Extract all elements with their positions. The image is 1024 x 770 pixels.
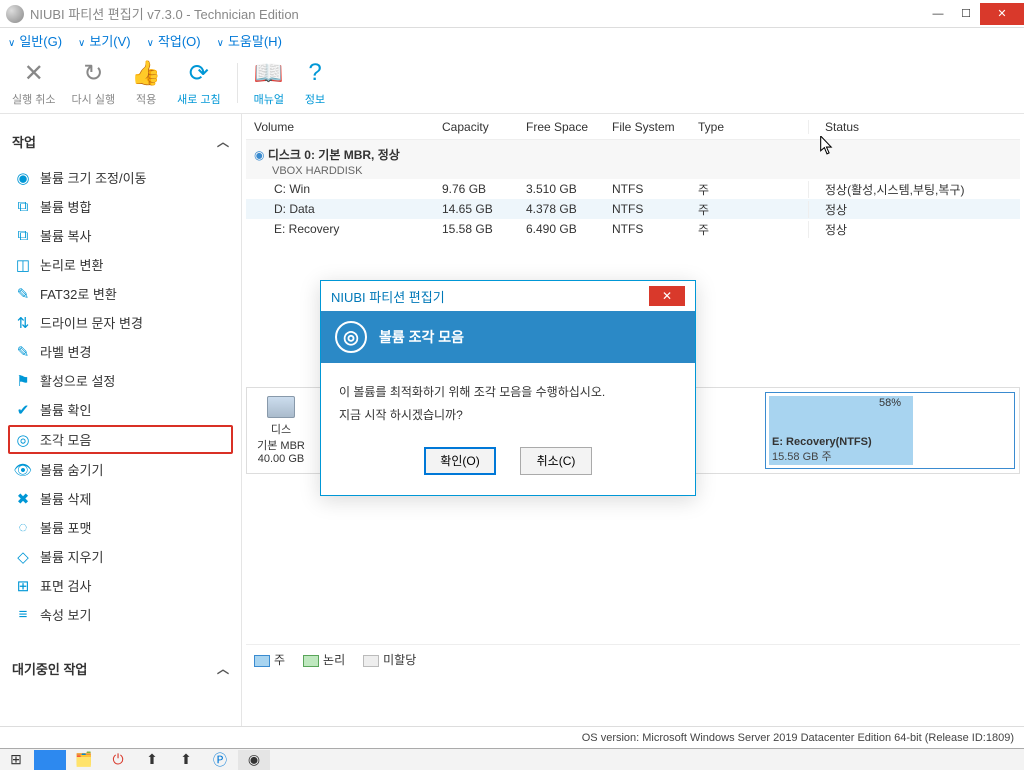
task-icon: ◌: [14, 519, 32, 537]
task-1[interactable]: ⧉볼륨 병합: [10, 192, 231, 221]
volume-row[interactable]: D: Data14.65 GB4.378 GBNTFS주정상: [246, 199, 1020, 219]
dialog-banner: ◎ 볼륨 조각 모음: [321, 311, 695, 363]
undo-button[interactable]: ✕실행 취소: [12, 58, 56, 107]
task-9[interactable]: ◎조각 모음: [8, 425, 233, 454]
task-icon: ⇅: [14, 314, 32, 332]
menu-help[interactable]: ∨도움말(H): [217, 31, 282, 50]
task-0[interactable]: ◉볼륨 크기 조정/이동: [10, 163, 231, 192]
col-status[interactable]: Status: [808, 120, 1020, 134]
task-icon: ⧉: [14, 227, 32, 245]
task-icon: ⧉: [14, 198, 32, 216]
task-8[interactable]: ✔볼륨 확인: [10, 395, 231, 424]
maximize-button[interactable]: ☐: [952, 3, 980, 25]
task-icon: ✎: [14, 285, 32, 303]
task-icon: ⊞: [14, 577, 32, 595]
task-icon: ◉: [14, 169, 32, 187]
cancel-button[interactable]: 취소(C): [520, 447, 592, 475]
taskbar: ⊞ 🗂️ ⏻ ⬆ ⬆ Ⓟ ◉: [0, 748, 1024, 770]
task-4[interactable]: ✎FAT32로 변환: [10, 279, 231, 308]
refresh-icon: ⟳: [184, 58, 214, 88]
redo-icon: ↻: [78, 58, 108, 88]
power-button[interactable]: ⏻: [102, 750, 134, 770]
task-icon: ◫: [14, 256, 32, 274]
task-5[interactable]: ⇅드라이브 문자 변경: [10, 308, 231, 337]
pending-section-header[interactable]: 대기중인 작업 ︿: [10, 653, 231, 684]
statusbar: OS version: Microsoft Windows Server 201…: [0, 726, 1024, 748]
col-free[interactable]: Free Space: [526, 120, 612, 134]
sidebar: 작업 ︿ ◉볼륨 크기 조정/이동⧉볼륨 병합⧉볼륨 복사◫논리로 변환✎FAT…: [0, 114, 242, 726]
app-icon: [6, 5, 24, 23]
task-icon: ◇: [14, 548, 32, 566]
task-15[interactable]: ≡속성 보기: [10, 600, 231, 629]
task-13[interactable]: ◇볼륨 지우기: [10, 542, 231, 571]
disk-icon: ◉: [254, 148, 264, 162]
apply-button[interactable]: 👍적용: [131, 58, 161, 107]
volume-row[interactable]: C: Win9.76 GB3.510 GBNTFS주정상(활성,시스템,부팅,복…: [246, 179, 1020, 199]
legend: 주 논리 미할당: [246, 644, 1020, 674]
disk-icon: [267, 396, 295, 418]
ok-button[interactable]: 확인(O): [424, 447, 496, 475]
titlebar: NIUBI 파티션 편집기 v7.3.0 - Technician Editio…: [0, 0, 1024, 28]
task-icon: ✔: [14, 401, 32, 419]
chevron-up-icon: ︿: [217, 660, 229, 677]
menu-general[interactable]: ∨일반(G): [8, 31, 62, 50]
task-icon: ≡: [14, 606, 32, 624]
redo-button[interactable]: ↻다시 실행: [72, 58, 116, 107]
taskbar-app2[interactable]: ⬆: [170, 750, 202, 770]
cursor-icon: [820, 136, 834, 156]
manual-button[interactable]: 📖매뉴얼: [254, 58, 284, 107]
col-type[interactable]: Type: [698, 120, 808, 134]
defrag-dialog: NIUBI 파티션 편집기 ✕ ◎ 볼륨 조각 모음 이 볼륨를 최적화하기 위…: [320, 280, 696, 496]
task-icon: 👁: [14, 461, 32, 479]
taskview-button[interactable]: [34, 750, 66, 770]
disk-header[interactable]: ◉ 디스크 0: 기본 MBR, 정상 VBOX HARDDISK: [246, 140, 1020, 179]
task-10[interactable]: 👁볼륨 숨기기: [10, 455, 231, 484]
book-icon: 📖: [254, 58, 284, 88]
start-button[interactable]: ⊞: [0, 750, 32, 770]
chevron-up-icon: ︿: [217, 133, 229, 150]
dialog-titlebar: NIUBI 파티션 편집기 ✕: [321, 281, 695, 311]
info-button[interactable]: ?정보: [300, 58, 330, 107]
task-icon: ✎: [14, 343, 32, 361]
task-7[interactable]: ⚑활성으로 설정: [10, 366, 231, 395]
dialog-close-button[interactable]: ✕: [649, 286, 685, 306]
task-12[interactable]: ◌볼륨 포맷: [10, 513, 231, 542]
info-icon: ?: [300, 58, 330, 88]
apply-icon: 👍: [131, 58, 161, 88]
volume-row[interactable]: E: Recovery15.58 GB6.490 GBNTFS주정상: [246, 219, 1020, 239]
menu-task[interactable]: ∨작업(O): [147, 31, 201, 50]
task-2[interactable]: ⧉볼륨 복사: [10, 221, 231, 250]
explorer-button[interactable]: 🗂️: [68, 750, 100, 770]
close-button[interactable]: ✕: [980, 3, 1024, 25]
taskbar-app-niubi[interactable]: ◉: [238, 750, 270, 770]
partition-e[interactable]: 58% E: Recovery(NTFS) 15.58 GB 주: [765, 392, 1015, 469]
refresh-button[interactable]: ⟳새로 고침: [177, 58, 221, 107]
tasks-section-header[interactable]: 작업 ︿: [10, 126, 231, 163]
window-title: NIUBI 파티션 편집기 v7.3.0 - Technician Editio…: [30, 4, 299, 23]
dialog-body: 이 볼륨를 최적화하기 위해 조각 모음을 수행하십시오. 지금 시작 하시겠습…: [321, 363, 695, 435]
col-filesystem[interactable]: File System: [612, 120, 698, 134]
undo-icon: ✕: [19, 58, 49, 88]
taskbar-app3[interactable]: Ⓟ: [204, 750, 236, 770]
disk-map-label[interactable]: 디스 기본 MBR 40.00 GB: [251, 392, 311, 469]
col-capacity[interactable]: Capacity: [442, 120, 526, 134]
minimize-button[interactable]: —: [924, 3, 952, 25]
col-volume[interactable]: Volume: [246, 120, 442, 134]
task-3[interactable]: ◫논리로 변환: [10, 250, 231, 279]
defrag-icon: ◎: [335, 321, 367, 353]
task-6[interactable]: ✎라벨 변경: [10, 337, 231, 366]
menu-view[interactable]: ∨보기(V): [78, 31, 131, 50]
task-11[interactable]: ✖볼륨 삭제: [10, 484, 231, 513]
menubar: ∨일반(G) ∨보기(V) ∨작업(O) ∨도움말(H): [0, 28, 1024, 52]
task-icon: ◎: [14, 431, 32, 449]
toolbar: ✕실행 취소 ↻다시 실행 👍적용 ⟳새로 고침 📖매뉴얼 ?정보: [0, 52, 1024, 114]
grid-header: Volume Capacity Free Space File System T…: [246, 114, 1020, 140]
task-icon: ✖: [14, 490, 32, 508]
taskbar-app1[interactable]: ⬆: [136, 750, 168, 770]
task-icon: ⚑: [14, 372, 32, 390]
task-14[interactable]: ⊞표면 검사: [10, 571, 231, 600]
